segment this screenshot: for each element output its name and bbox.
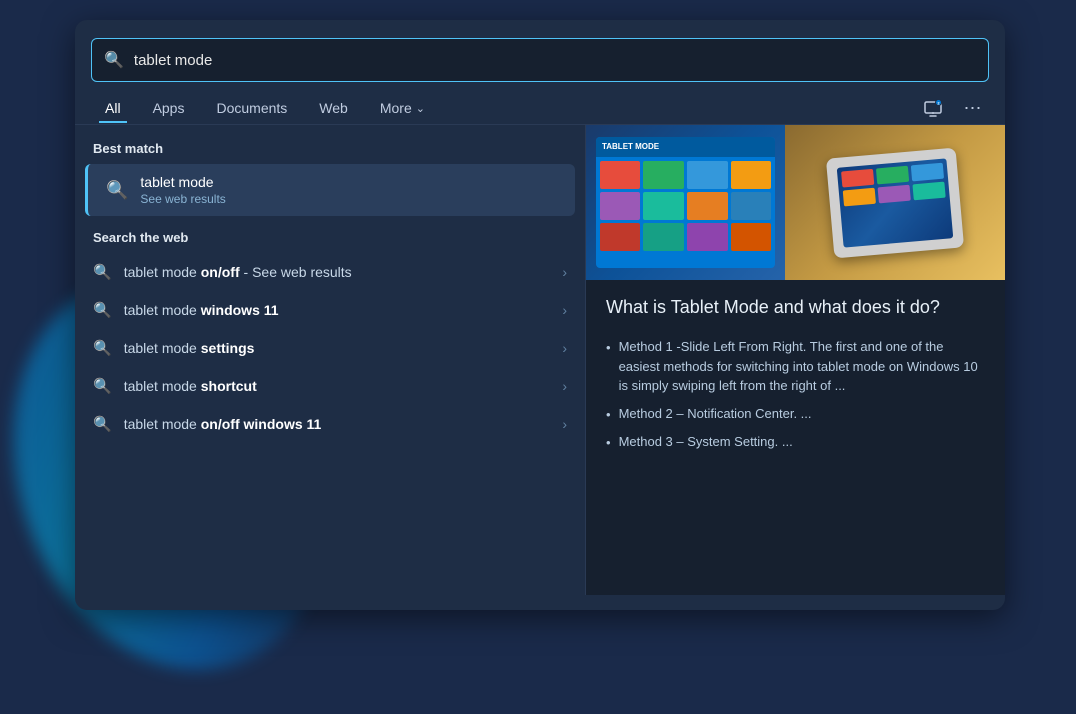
search-panel: 🔍 tablet mode All Apps Documents Web Mor… xyxy=(75,20,1005,610)
preview-title: What is Tablet Mode and what does it do? xyxy=(606,296,985,319)
tile xyxy=(643,192,684,220)
suggestion-text-0: tablet mode on/off - See web results xyxy=(124,264,551,280)
filter-tabs: All Apps Documents Web More ⌄ 2 ⋯ xyxy=(75,82,1005,125)
content-area: Best match 🔍 tablet mode See web results… xyxy=(75,125,1005,595)
screen-share-icon[interactable]: 2 xyxy=(917,92,949,124)
bullet-item-1: Method 2 – Notification Center. ... xyxy=(606,400,985,429)
best-match-search-icon: 🔍 xyxy=(106,180,128,201)
suggestion-arrow-2: › xyxy=(562,340,567,356)
suggestion-search-icon-1: 🔍 xyxy=(93,301,112,319)
left-panel: Best match 🔍 tablet mode See web results… xyxy=(75,125,585,595)
suggestion-arrow-1: › xyxy=(562,302,567,318)
bullet-list: Method 1 -Slide Left From Right. The fir… xyxy=(606,333,985,457)
tile-grid xyxy=(596,157,775,255)
tile xyxy=(643,223,684,251)
chevron-down-icon: ⌄ xyxy=(416,102,425,115)
suggestion-arrow-4: › xyxy=(562,416,567,432)
right-panel: TABLET MODE xyxy=(585,125,1005,595)
tablet-device-shape xyxy=(826,147,964,258)
preview-images: TABLET MODE xyxy=(586,125,1005,280)
tile xyxy=(687,192,728,220)
bullet-item-0: Method 1 -Slide Left From Right. The fir… xyxy=(606,333,985,400)
search-box-container: 🔍 tablet mode xyxy=(91,38,989,82)
suggestion-item-3[interactable]: 🔍 tablet mode shortcut › xyxy=(75,367,585,405)
tile xyxy=(600,223,641,251)
search-icon: 🔍 xyxy=(104,50,124,70)
tile xyxy=(687,223,728,251)
suggestion-item-0[interactable]: 🔍 tablet mode on/off - See web results › xyxy=(75,253,585,291)
tile xyxy=(731,161,772,189)
tile xyxy=(643,161,684,189)
preview-image-device xyxy=(785,125,1005,280)
suggestion-search-icon-4: 🔍 xyxy=(93,415,112,433)
suggestion-item-4[interactable]: 🔍 tablet mode on/off windows 11 › xyxy=(75,405,585,443)
tile xyxy=(731,192,772,220)
best-match-title: tablet mode xyxy=(140,174,225,190)
tablet-screen-header: TABLET MODE xyxy=(596,137,775,157)
suggestion-item-1[interactable]: 🔍 tablet mode windows 11 › xyxy=(75,291,585,329)
tab-all[interactable]: All xyxy=(91,94,135,122)
suggestion-search-icon-2: 🔍 xyxy=(93,339,112,357)
tile xyxy=(600,161,641,189)
suggestion-text-2: tablet mode settings xyxy=(124,340,551,356)
suggestion-text-1: tablet mode windows 11 xyxy=(124,302,551,318)
bullet-item-2: Method 3 – System Setting. ... xyxy=(606,428,985,457)
tablet-small-screen xyxy=(837,158,954,247)
suggestion-text-3: tablet mode shortcut xyxy=(124,378,551,394)
suggestion-arrow-3: › xyxy=(562,378,567,394)
tab-actions: 2 ⋯ xyxy=(917,92,989,124)
best-match-text: tablet mode See web results xyxy=(140,174,225,206)
tile xyxy=(731,223,772,251)
search-web-label: Search the web xyxy=(75,216,585,253)
suggestion-text-4: tablet mode on/off windows 11 xyxy=(124,416,551,432)
tab-documents[interactable]: Documents xyxy=(202,94,301,122)
tab-apps[interactable]: Apps xyxy=(139,94,199,122)
preview-info: What is Tablet Mode and what does it do?… xyxy=(586,280,1005,473)
suggestion-item-2[interactable]: 🔍 tablet mode settings › xyxy=(75,329,585,367)
best-match-item[interactable]: 🔍 tablet mode See web results xyxy=(85,164,575,216)
suggestion-arrow-0: › xyxy=(562,264,567,280)
tab-web[interactable]: Web xyxy=(305,94,362,122)
more-options-icon[interactable]: ⋯ xyxy=(957,92,989,124)
tablet-screen-tiles: TABLET MODE xyxy=(596,137,775,269)
tab-more[interactable]: More ⌄ xyxy=(366,94,439,122)
tile xyxy=(687,161,728,189)
search-input[interactable]: tablet mode xyxy=(134,52,976,69)
best-match-label: Best match xyxy=(75,137,585,164)
preview-image-tiles: TABLET MODE xyxy=(586,125,785,280)
suggestion-search-icon-0: 🔍 xyxy=(93,263,112,281)
suggestion-search-icon-3: 🔍 xyxy=(93,377,112,395)
best-match-subtitle: See web results xyxy=(140,192,225,206)
tile xyxy=(600,192,641,220)
